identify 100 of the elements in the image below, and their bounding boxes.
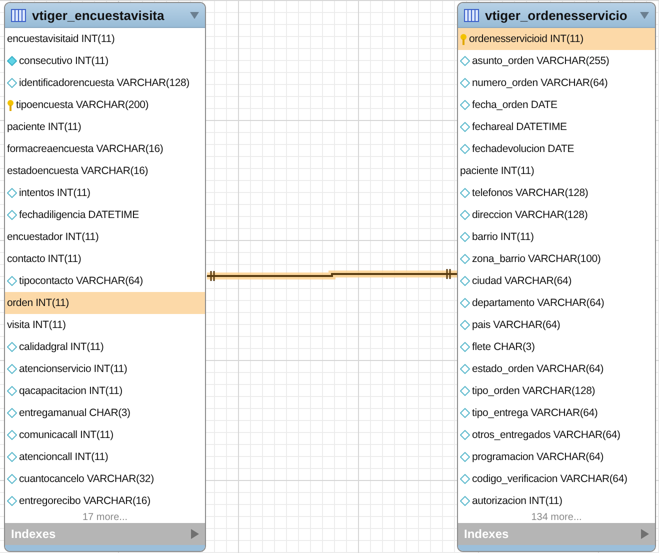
column-row[interactable]: ordenesservicioid INT(11) <box>458 28 655 50</box>
relationship-line[interactable] <box>207 268 457 282</box>
column-name: ordenesservicioid INT(11) <box>469 33 584 45</box>
diamond-icon <box>460 188 470 198</box>
column-row[interactable]: visita INT(11) <box>5 314 205 336</box>
column-row[interactable]: formacreaencuesta VARCHAR(16) <box>5 138 205 160</box>
column-name: zona_barrio VARCHAR(100) <box>472 253 601 265</box>
diamond-icon <box>460 100 470 110</box>
diamond-icon <box>460 496 470 506</box>
column-row[interactable]: numero_orden VARCHAR(64) <box>458 72 655 94</box>
column-row[interactable]: cuantocancelo VARCHAR(32) <box>5 468 205 490</box>
column-name: estado_orden VARCHAR(64) <box>472 363 604 375</box>
column-row[interactable]: fecha_orden DATE <box>458 94 655 116</box>
column-row[interactable]: fechadiligencia DATETIME <box>5 204 205 226</box>
expand-icon[interactable] <box>641 529 649 539</box>
column-row[interactable]: asunto_orden VARCHAR(255) <box>458 50 655 72</box>
diamond-icon <box>460 320 470 330</box>
column-name: programacion VARCHAR(64) <box>472 451 604 463</box>
column-row[interactable]: ciudad VARCHAR(64) <box>458 270 655 292</box>
column-name: fecha_orden DATE <box>472 99 558 111</box>
diamond-icon <box>7 364 17 374</box>
column-name: paciente INT(11) <box>7 121 82 133</box>
column-name: atencionservicio INT(11) <box>19 363 128 375</box>
column-row[interactable]: comunicacall INT(11) <box>5 424 205 446</box>
column-name: consecutivo INT(11) <box>19 55 108 67</box>
column-name: numero_orden VARCHAR(64) <box>472 77 608 89</box>
column-name: paciente INT(11) <box>460 165 534 177</box>
column-row[interactable]: tipoencuesta VARCHAR(200) <box>5 94 205 116</box>
column-name: comunicacall INT(11) <box>19 429 114 441</box>
column-row[interactable]: tipocontacto VARCHAR(64) <box>5 270 205 292</box>
diamond-icon <box>7 474 17 484</box>
column-row[interactable]: consecutivo INT(11) <box>5 50 205 72</box>
column-name: cuantocancelo VARCHAR(32) <box>19 473 154 485</box>
column-row[interactable]: autorizacion INT(11) <box>458 490 655 512</box>
column-row[interactable]: programacion VARCHAR(64) <box>458 446 655 468</box>
column-row[interactable]: barrio INT(11) <box>458 226 655 248</box>
column-name: codigo_verificacion VARCHAR(64) <box>472 473 628 485</box>
column-row[interactable]: calidadgral INT(11) <box>5 336 205 358</box>
column-row[interactable]: encuestador INT(11) <box>5 226 205 248</box>
column-row[interactable]: fechareal DATETIME <box>458 116 655 138</box>
column-row[interactable]: telefonos VARCHAR(128) <box>458 182 655 204</box>
column-row[interactable]: identificadorencuesta VARCHAR(128) <box>5 72 205 94</box>
column-row[interactable]: fechadevolucion DATE <box>458 138 655 160</box>
column-name: tipo_entrega VARCHAR(64) <box>472 407 598 419</box>
diamond-icon <box>7 78 17 88</box>
column-row[interactable]: intentos INT(11) <box>5 182 205 204</box>
column-row[interactable]: entregorecibo VARCHAR(16) <box>5 490 205 512</box>
column-row[interactable]: atencioncall INT(11) <box>5 446 205 468</box>
diamond-icon <box>7 430 17 440</box>
column-row[interactable]: flete CHAR(3) <box>458 336 655 358</box>
table-icon <box>464 8 479 22</box>
table-icon <box>11 8 26 22</box>
diamond-icon <box>460 364 470 374</box>
column-row[interactable]: paciente INT(11) <box>5 116 205 138</box>
column-row[interactable]: estadoencuesta VARCHAR(16) <box>5 160 205 182</box>
expand-icon[interactable] <box>191 529 199 539</box>
diamond-icon <box>460 122 470 132</box>
diamond-icon <box>460 210 470 220</box>
column-name: qacapacitacion INT(11) <box>19 385 122 397</box>
column-row[interactable]: tipo_orden VARCHAR(128) <box>458 380 655 402</box>
column-name: atencioncall INT(11) <box>19 451 108 463</box>
diamond-icon <box>7 408 17 418</box>
column-row[interactable]: qacapacitacion INT(11) <box>5 380 205 402</box>
column-row[interactable]: direccion VARCHAR(128) <box>458 204 655 226</box>
dropdown-icon[interactable] <box>640 12 649 18</box>
column-name: tipo_orden VARCHAR(128) <box>472 385 596 397</box>
column-name: direccion VARCHAR(128) <box>472 209 588 221</box>
diamond-icon <box>460 342 470 352</box>
column-row[interactable]: zona_barrio VARCHAR(100) <box>458 248 655 270</box>
diamond-icon <box>460 254 470 264</box>
key-icon <box>7 100 14 110</box>
column-name: tipoencuesta VARCHAR(200) <box>16 99 149 111</box>
column-row[interactable]: otros_entregados VARCHAR(64) <box>458 424 655 446</box>
diamond-icon <box>460 430 470 440</box>
column-name: fechadiligencia DATETIME <box>19 209 139 221</box>
column-name: encuestador INT(11) <box>7 231 99 243</box>
column-row[interactable]: contacto INT(11) <box>5 248 205 270</box>
more-columns-link[interactable]: 134 more... <box>531 512 582 523</box>
diamond-icon <box>460 474 470 484</box>
column-row[interactable]: codigo_verificacion VARCHAR(64) <box>458 468 655 490</box>
diamond-icon <box>460 298 470 308</box>
column-row[interactable]: pais VARCHAR(64) <box>458 314 655 336</box>
column-row[interactable]: tipo_entrega VARCHAR(64) <box>458 402 655 424</box>
column-row[interactable]: estado_orden VARCHAR(64) <box>458 358 655 380</box>
column-row[interactable]: encuestavisitaid INT(11) <box>5 28 205 50</box>
column-row[interactable]: atencionservicio INT(11) <box>5 358 205 380</box>
column-name: orden INT(11) <box>7 297 69 309</box>
more-columns-link[interactable]: 17 more... <box>82 512 128 523</box>
column-name: contacto INT(11) <box>7 253 82 265</box>
column-name: otros_entregados VARCHAR(64) <box>472 429 620 441</box>
column-row[interactable]: entregamanual CHAR(3) <box>5 402 205 424</box>
column-name: fechareal DATETIME <box>472 121 567 133</box>
column-name: barrio INT(11) <box>472 231 534 243</box>
dropdown-icon[interactable] <box>190 12 199 18</box>
column-row[interactable]: paciente INT(11) <box>458 160 655 182</box>
column-name: ciudad VARCHAR(64) <box>472 275 572 287</box>
column-row[interactable]: departamento VARCHAR(64) <box>458 292 655 314</box>
column-name: identificadorencuesta VARCHAR(128) <box>19 77 190 89</box>
column-row[interactable]: orden INT(11) <box>5 292 205 314</box>
diamond-icon <box>460 56 470 66</box>
